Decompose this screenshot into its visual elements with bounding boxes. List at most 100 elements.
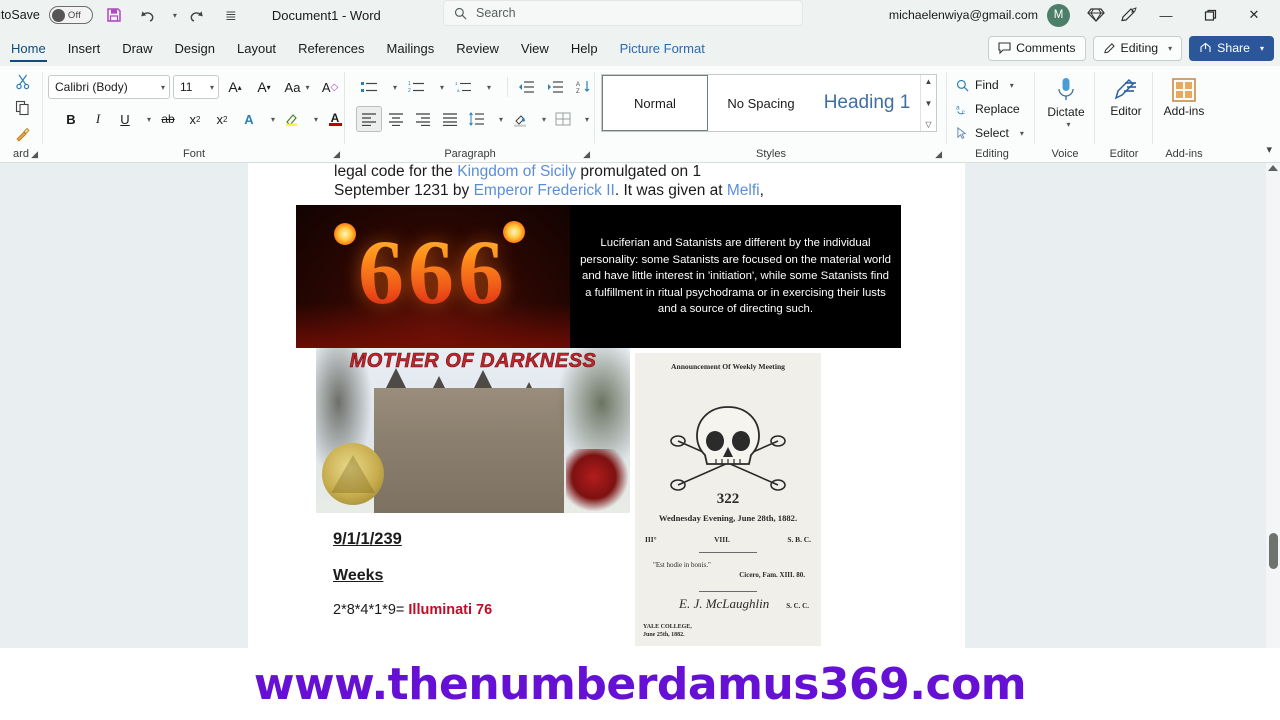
dictate-caret-icon[interactable]: ▾ xyxy=(1066,120,1070,129)
scrollbar-thumb[interactable] xyxy=(1269,533,1278,569)
grow-font-button[interactable]: A ▴ xyxy=(222,74,248,100)
tab-picture-format[interactable]: Picture Format xyxy=(609,30,716,66)
save-icon[interactable] xyxy=(102,3,126,27)
text-effects-caret-icon[interactable]: ▾ xyxy=(263,106,278,132)
tab-layout[interactable]: Layout xyxy=(226,30,287,66)
strikethrough-button[interactable]: ab xyxy=(155,106,181,132)
clipboard-dialog-launcher[interactable]: ◢ xyxy=(31,149,38,160)
tab-view[interactable]: View xyxy=(510,30,560,66)
line-spacing-caret-icon[interactable]: ▾ xyxy=(491,106,506,132)
clear-formatting-button[interactable]: A ◇ xyxy=(317,74,343,100)
tab-mailings[interactable]: Mailings xyxy=(376,30,446,66)
styles-gallery-scroll[interactable]: ▲ ▼ ▽ xyxy=(920,75,936,131)
font-name-combo[interactable]: Calibri (Body) ▾ xyxy=(48,75,170,99)
style-no-spacing[interactable]: No Spacing xyxy=(708,75,814,131)
autosave-toggle[interactable]: Off xyxy=(48,6,93,24)
styles-scroll-down-icon[interactable]: ▼ xyxy=(925,99,933,108)
numbering-button[interactable]: 12 xyxy=(403,74,429,100)
avatar[interactable]: M xyxy=(1047,3,1070,27)
change-case-button[interactable]: Aa ▾ xyxy=(280,74,314,100)
tab-design[interactable]: Design xyxy=(164,30,226,66)
share-caret-icon[interactable]: ▾ xyxy=(1260,44,1264,53)
line-spacing-button[interactable] xyxy=(464,106,490,132)
tab-references[interactable]: References xyxy=(287,30,375,66)
restore-button[interactable] xyxy=(1188,0,1232,30)
undo-caret-icon[interactable]: ▾ xyxy=(173,11,177,20)
align-left-button[interactable] xyxy=(356,106,382,132)
find-button[interactable]: Find ▾ xyxy=(956,73,1014,97)
document-area[interactable]: legal code for the Kingdom of Sicily pro… xyxy=(0,163,1280,720)
multilevel-list-button[interactable]: 1a xyxy=(450,74,476,100)
cut-icon[interactable] xyxy=(10,74,36,90)
font-name-caret-icon[interactable]: ▾ xyxy=(161,83,165,92)
link-emperor-frederick-ii[interactable]: Emperor Frederick II xyxy=(474,182,615,199)
align-right-button[interactable] xyxy=(410,106,436,132)
justify-button[interactable] xyxy=(437,106,463,132)
numbering-caret-icon[interactable]: ▾ xyxy=(432,74,447,100)
dictate-button[interactable]: Dictate ▾ xyxy=(1036,72,1096,129)
find-caret-icon[interactable]: ▾ xyxy=(1010,81,1014,90)
search-input[interactable]: Search xyxy=(443,0,803,26)
account-email[interactable]: michaelenwiya@gmail.com xyxy=(889,8,1038,22)
image-skull-flyer[interactable]: Announcement Of Weekly Meeting 322 Wedne… xyxy=(635,353,821,646)
redo-icon[interactable] xyxy=(186,3,210,27)
tab-review[interactable]: Review xyxy=(445,30,510,66)
font-size-combo[interactable]: 11 ▾ xyxy=(173,75,219,99)
bullets-button[interactable] xyxy=(356,74,382,100)
format-painter-icon[interactable] xyxy=(10,126,36,142)
increase-indent-button[interactable] xyxy=(542,74,568,100)
editing-button[interactable]: Editing ▾ xyxy=(1092,35,1183,61)
comments-button[interactable]: Comments xyxy=(988,35,1086,61)
multilevel-caret-icon[interactable]: ▾ xyxy=(479,74,494,100)
style-normal[interactable]: Normal xyxy=(602,75,708,131)
editor-button[interactable]: Editor xyxy=(1096,72,1156,118)
borders-caret-icon[interactable]: ▾ xyxy=(577,106,592,132)
minimize-button[interactable]: — xyxy=(1144,0,1188,30)
highlight-caret-icon[interactable]: ▾ xyxy=(306,106,321,132)
font-dialog-launcher[interactable]: ◢ xyxy=(333,149,340,160)
styles-more-icon[interactable]: ▽ xyxy=(925,120,931,129)
italic-button[interactable]: I xyxy=(85,106,111,132)
image-mother-of-darkness[interactable]: MOTHER OF DARKNESS xyxy=(316,348,630,513)
collapse-ribbon-icon[interactable]: ▾ xyxy=(1266,143,1272,156)
tab-help[interactable]: Help xyxy=(560,30,609,66)
image-satanist-caption[interactable]: Luciferian and Satanists are different b… xyxy=(570,205,901,348)
vertical-scrollbar[interactable] xyxy=(1266,163,1280,648)
undo-icon[interactable] xyxy=(135,3,159,27)
underline-button[interactable]: U xyxy=(112,106,138,132)
replace-button[interactable]: ac Replace xyxy=(956,97,1020,121)
diamond-icon[interactable] xyxy=(1080,0,1112,30)
tab-home[interactable]: Home xyxy=(0,30,57,66)
borders-button[interactable] xyxy=(550,106,576,132)
font-size-caret-icon[interactable]: ▾ xyxy=(210,83,214,92)
editing-caret-icon[interactable]: ▾ xyxy=(1168,44,1172,53)
underline-caret-icon[interactable]: ▾ xyxy=(139,106,154,132)
align-center-button[interactable] xyxy=(383,106,409,132)
bullets-caret-icon[interactable]: ▾ xyxy=(385,74,400,100)
link-melfi[interactable]: Melfi xyxy=(727,182,760,199)
select-button[interactable]: Select ▾ xyxy=(956,121,1024,145)
styles-scroll-up-icon[interactable]: ▲ xyxy=(925,77,933,86)
subscript-button[interactable]: x2 xyxy=(182,106,208,132)
styles-dialog-launcher[interactable]: ◢ xyxy=(935,149,942,160)
share-button[interactable]: Share ▾ xyxy=(1189,35,1274,61)
customize-qat-icon[interactable]: ≣ xyxy=(219,3,243,27)
tab-insert[interactable]: Insert xyxy=(57,30,112,66)
bold-button[interactable]: B xyxy=(58,106,84,132)
superscript-button[interactable]: x2 xyxy=(209,106,235,132)
paragraph-dialog-launcher[interactable]: ◢ xyxy=(583,149,590,160)
pen-icon[interactable] xyxy=(1112,0,1144,30)
style-heading-1[interactable]: Heading 1 xyxy=(814,75,920,131)
select-caret-icon[interactable]: ▾ xyxy=(1020,129,1024,138)
document-page[interactable]: legal code for the Kingdom of Sicily pro… xyxy=(248,163,965,648)
text-effects-button[interactable]: A xyxy=(236,106,262,132)
shading-button[interactable] xyxy=(507,106,533,132)
image-666[interactable]: 666 xyxy=(296,205,570,348)
copy-icon[interactable] xyxy=(10,100,36,116)
addins-button[interactable]: Add-ins xyxy=(1154,72,1214,118)
styles-gallery[interactable]: Normal No Spacing Heading 1 ▲ ▼ ▽ xyxy=(601,74,937,132)
scroll-up-arrow-icon[interactable] xyxy=(1268,165,1278,171)
highlight-button[interactable] xyxy=(279,106,305,132)
tab-draw[interactable]: Draw xyxy=(111,30,163,66)
shrink-font-button[interactable]: A ▾ xyxy=(251,74,277,100)
